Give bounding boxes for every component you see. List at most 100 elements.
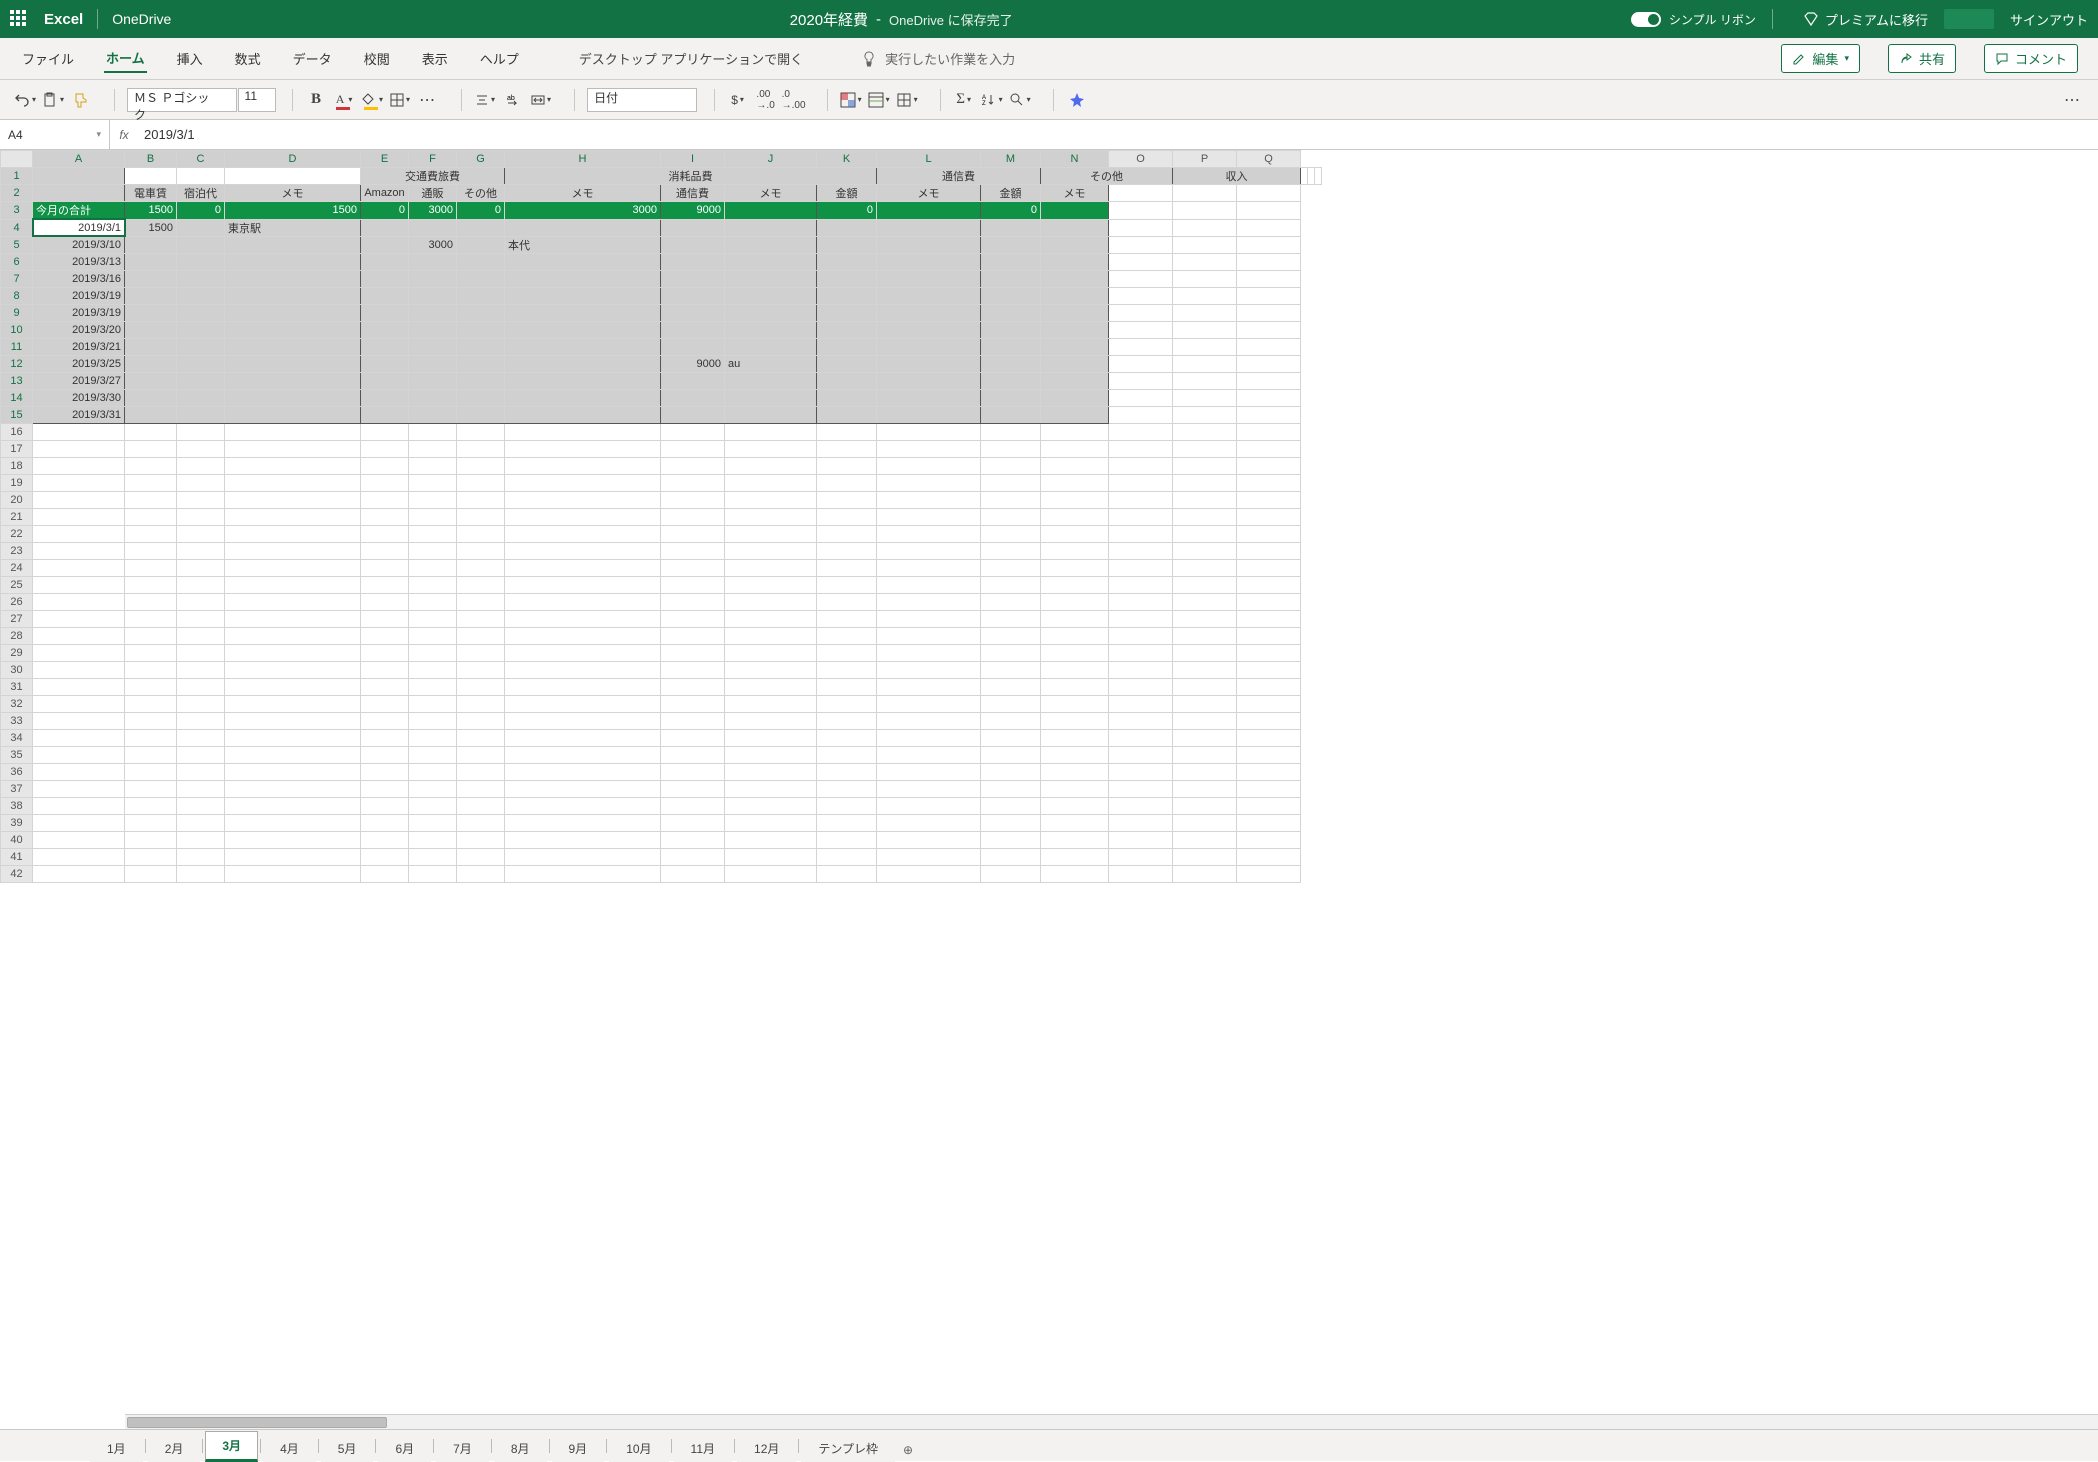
cell-J36[interactable]	[725, 763, 817, 780]
col-header-P[interactable]: P	[1173, 151, 1237, 168]
cell-H26[interactable]	[505, 593, 661, 610]
cell-O18[interactable]	[1109, 457, 1173, 474]
cell-J5[interactable]	[725, 236, 817, 253]
cell-D31[interactable]	[225, 678, 361, 695]
cell-M19[interactable]	[981, 474, 1041, 491]
cell-M24[interactable]	[981, 559, 1041, 576]
cell-F33[interactable]	[409, 712, 457, 729]
cell-J9[interactable]	[725, 304, 817, 321]
cell-A5[interactable]: 2019/3/10	[33, 236, 125, 253]
cell-B8[interactable]	[125, 287, 177, 304]
merged-header[interactable]: 収入	[1173, 168, 1301, 185]
cell-M9[interactable]	[981, 304, 1041, 321]
cell-A29[interactable]	[33, 644, 125, 661]
col-header-E[interactable]: E	[361, 151, 409, 168]
cell-A25[interactable]	[33, 576, 125, 593]
cell-H3[interactable]: 3000	[505, 202, 661, 220]
cell-O17[interactable]	[1109, 440, 1173, 457]
cell-J20[interactable]	[725, 491, 817, 508]
row-header-37[interactable]: 37	[1, 780, 33, 797]
cell-G7[interactable]	[457, 270, 505, 287]
cell-G5[interactable]	[457, 236, 505, 253]
cell-E39[interactable]	[361, 814, 409, 831]
cell-D39[interactable]	[225, 814, 361, 831]
cell-J39[interactable]	[725, 814, 817, 831]
col-header-J[interactable]: J	[725, 151, 817, 168]
cell-A4[interactable]: 2019/3/1	[33, 219, 125, 236]
cell-E7[interactable]	[361, 270, 409, 287]
cell-Q33[interactable]	[1237, 712, 1301, 729]
row-header-30[interactable]: 30	[1, 661, 33, 678]
cell-H31[interactable]	[505, 678, 661, 695]
cell-N22[interactable]	[1041, 525, 1109, 542]
cell-C2[interactable]: 宿泊代	[177, 185, 225, 202]
cell-H36[interactable]	[505, 763, 661, 780]
cell-A19[interactable]	[33, 474, 125, 491]
cell-E19[interactable]	[361, 474, 409, 491]
cell-B29[interactable]	[125, 644, 177, 661]
cell-F42[interactable]	[409, 865, 457, 882]
cell-M15[interactable]	[981, 406, 1041, 423]
cell-E17[interactable]	[361, 440, 409, 457]
cell-P33[interactable]	[1173, 712, 1237, 729]
cell-J6[interactable]	[725, 253, 817, 270]
tab-表示[interactable]: 表示	[420, 45, 450, 72]
cell-E8[interactable]	[361, 287, 409, 304]
signout-button[interactable]: サインアウト	[2010, 10, 2088, 29]
cell-J29[interactable]	[725, 644, 817, 661]
formula-bar[interactable]: 2019/3/1	[138, 127, 2098, 142]
cell-E12[interactable]	[361, 355, 409, 372]
cell-P24[interactable]	[1173, 559, 1237, 576]
sheet-tab-10月[interactable]: 10月	[609, 1434, 668, 1462]
cell-K27[interactable]	[817, 610, 877, 627]
cell-F19[interactable]	[409, 474, 457, 491]
cell-C33[interactable]	[177, 712, 225, 729]
row-header-28[interactable]: 28	[1, 627, 33, 644]
cell-G20[interactable]	[457, 491, 505, 508]
cell-L42[interactable]	[877, 865, 981, 882]
cell-J21[interactable]	[725, 508, 817, 525]
cell-I38[interactable]	[661, 797, 725, 814]
cell-L21[interactable]	[877, 508, 981, 525]
cell-B23[interactable]	[125, 542, 177, 559]
cell-A23[interactable]	[33, 542, 125, 559]
cell-B42[interactable]	[125, 865, 177, 882]
cell-E5[interactable]	[361, 236, 409, 253]
cell-N18[interactable]	[1041, 457, 1109, 474]
cell-A8[interactable]: 2019/3/19	[33, 287, 125, 304]
cell-O16[interactable]	[1109, 423, 1173, 440]
cell-L15[interactable]	[877, 406, 981, 423]
cell-N31[interactable]	[1041, 678, 1109, 695]
cell-H41[interactable]	[505, 848, 661, 865]
cell-K38[interactable]	[817, 797, 877, 814]
cell-B7[interactable]	[125, 270, 177, 287]
cell-F38[interactable]	[409, 797, 457, 814]
cell-L8[interactable]	[877, 287, 981, 304]
col-header-B[interactable]: B	[125, 151, 177, 168]
cell-I29[interactable]	[661, 644, 725, 661]
find-button[interactable]: ▾	[1009, 89, 1031, 111]
paste-button[interactable]: ▾	[42, 89, 64, 111]
cell-D26[interactable]	[225, 593, 361, 610]
cell-O29[interactable]	[1109, 644, 1173, 661]
cell-H24[interactable]	[505, 559, 661, 576]
cell-B3[interactable]: 1500	[125, 202, 177, 220]
cell-O11[interactable]	[1109, 338, 1173, 355]
cell-O24[interactable]	[1109, 559, 1173, 576]
share-button[interactable]: 共有	[1888, 44, 1956, 73]
cell-Q3[interactable]	[1237, 202, 1301, 220]
cell-E14[interactable]	[361, 389, 409, 406]
location-label[interactable]: OneDrive	[112, 11, 171, 27]
cell-D17[interactable]	[225, 440, 361, 457]
sheet-tab-4月[interactable]: 4月	[263, 1434, 316, 1462]
cell-L11[interactable]	[877, 338, 981, 355]
cell-B38[interactable]	[125, 797, 177, 814]
cell-L41[interactable]	[877, 848, 981, 865]
cell-I40[interactable]	[661, 831, 725, 848]
cell-L2[interactable]: メモ	[877, 185, 981, 202]
cell-P32[interactable]	[1173, 695, 1237, 712]
cell-C3[interactable]: 0	[177, 202, 225, 220]
cell-K11[interactable]	[817, 338, 877, 355]
cell-C11[interactable]	[177, 338, 225, 355]
merged-header[interactable]: 消耗品費	[505, 168, 877, 185]
